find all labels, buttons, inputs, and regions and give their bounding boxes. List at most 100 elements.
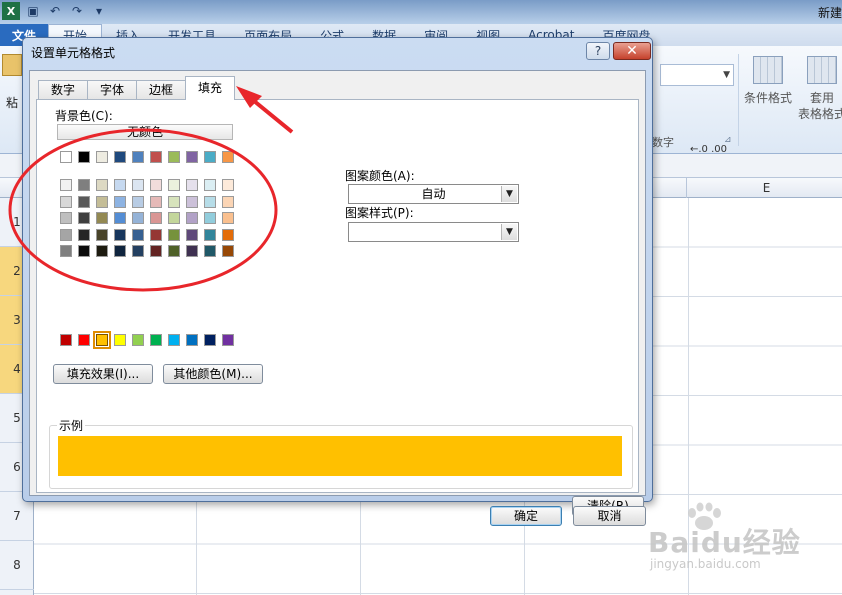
color-swatch[interactable] [222,245,234,257]
color-swatch[interactable] [114,245,126,257]
color-swatch[interactable] [78,179,90,191]
color-swatch[interactable] [132,151,144,163]
redo-icon[interactable]: ↷ [68,2,86,20]
color-swatch[interactable] [96,228,108,241]
color-swatch[interactable] [204,195,216,208]
color-swatch[interactable] [96,245,108,257]
tab-border[interactable]: 边框 [136,80,187,100]
color-swatch[interactable] [168,334,180,346]
color-swatch[interactable] [60,151,72,163]
sample-preview [58,436,622,476]
color-swatch[interactable] [114,179,126,191]
color-swatch[interactable] [78,334,90,346]
color-swatch[interactable] [204,179,216,191]
color-swatch[interactable] [204,228,216,241]
color-swatch[interactable] [132,228,144,241]
color-swatch[interactable] [132,334,144,346]
color-swatch[interactable] [150,179,162,191]
color-swatch[interactable] [132,179,144,191]
color-swatch[interactable] [132,212,144,224]
color-swatch[interactable] [60,228,72,241]
color-swatch[interactable] [222,151,234,163]
color-swatch[interactable] [78,245,90,257]
color-swatch[interactable] [222,228,234,241]
paste-button[interactable]: 粘 [2,54,24,114]
tab-number[interactable]: 数字 [38,80,89,100]
format-as-table-button[interactable]: 套用 表格格式 [792,56,842,140]
color-swatch[interactable] [150,228,162,241]
color-swatch[interactable] [204,245,216,257]
color-swatch[interactable] [186,212,198,224]
color-swatch[interactable] [168,179,180,191]
help-button[interactable]: ? [586,42,610,60]
tab-font[interactable]: 字体 [87,80,138,100]
color-swatch[interactable] [204,334,216,346]
chevron-down-icon[interactable]: ▼ [501,224,517,240]
color-swatch[interactable] [78,228,90,241]
color-swatch[interactable] [60,212,72,224]
color-swatch[interactable] [78,212,90,224]
color-swatch[interactable] [114,212,126,224]
color-swatch[interactable] [204,212,216,224]
color-swatch[interactable] [132,195,144,208]
ok-button[interactable]: 确定 [490,506,562,526]
color-swatch[interactable] [150,195,162,208]
color-swatch[interactable] [168,195,180,208]
chevron-down-icon[interactable]: ▼ [501,186,517,202]
color-swatch[interactable] [222,334,234,346]
color-swatch[interactable] [186,228,198,241]
close-button[interactable]: ✕ [613,42,651,60]
undo-icon[interactable]: ↶ [46,2,64,20]
more-colors-button[interactable]: 其他颜色(M)... [163,364,263,384]
color-swatch[interactable] [168,228,180,241]
number-format-dropdown[interactable]: ▼ [660,64,734,86]
color-swatch[interactable] [114,334,126,346]
color-swatch[interactable] [114,195,126,208]
color-swatch[interactable] [150,212,162,224]
color-swatch[interactable] [132,245,144,257]
fill-effects-button[interactable]: 填充效果(I)... [53,364,153,384]
color-swatch[interactable] [60,179,72,191]
color-swatch[interactable] [96,179,108,191]
color-swatch[interactable] [186,151,198,163]
color-swatch[interactable] [60,334,72,346]
color-swatch[interactable] [96,212,108,224]
customize-qat-icon[interactable]: ▾ [90,2,108,20]
pattern-color-select[interactable]: 自动 ▼ [348,184,519,204]
color-swatch[interactable] [222,179,234,191]
color-swatch[interactable] [78,195,90,208]
color-swatch[interactable] [60,245,72,257]
color-swatch[interactable] [186,245,198,257]
color-swatch[interactable] [150,334,162,346]
format-as-table-icon [807,56,837,84]
column-header-e[interactable]: E [686,178,842,198]
watermark-url: jingyan.baidu.com [650,557,761,571]
color-swatch[interactable] [96,195,108,208]
color-swatch[interactable] [186,179,198,191]
save-icon[interactable]: ▣ [24,2,42,20]
pattern-style-select[interactable]: ▼ [348,222,519,242]
color-swatch[interactable] [78,151,90,163]
color-swatch[interactable] [93,331,111,349]
color-swatch[interactable] [222,195,234,208]
tab-fill[interactable]: 填充 [185,76,236,100]
color-swatch[interactable] [186,195,198,208]
color-swatch[interactable] [168,212,180,224]
cancel-button[interactable]: 取消 [573,506,646,526]
color-swatch[interactable] [168,245,180,257]
color-swatch[interactable] [168,151,180,163]
row-header-8[interactable]: 8 [0,541,34,590]
no-color-button[interactable]: 无颜色 [57,124,233,140]
color-swatch[interactable] [114,228,126,241]
theme-tint-row [60,228,234,241]
color-swatch[interactable] [60,195,72,208]
color-swatch[interactable] [186,334,198,346]
color-swatch[interactable] [114,151,126,163]
color-swatch[interactable] [222,212,234,224]
conditional-formatting-button[interactable]: 条件格式 [740,56,796,140]
color-swatch[interactable] [96,151,108,163]
color-swatch[interactable] [204,151,216,163]
color-swatch[interactable] [150,245,162,257]
watermark-brand: Baidu经验 [648,526,801,559]
color-swatch[interactable] [150,151,162,163]
